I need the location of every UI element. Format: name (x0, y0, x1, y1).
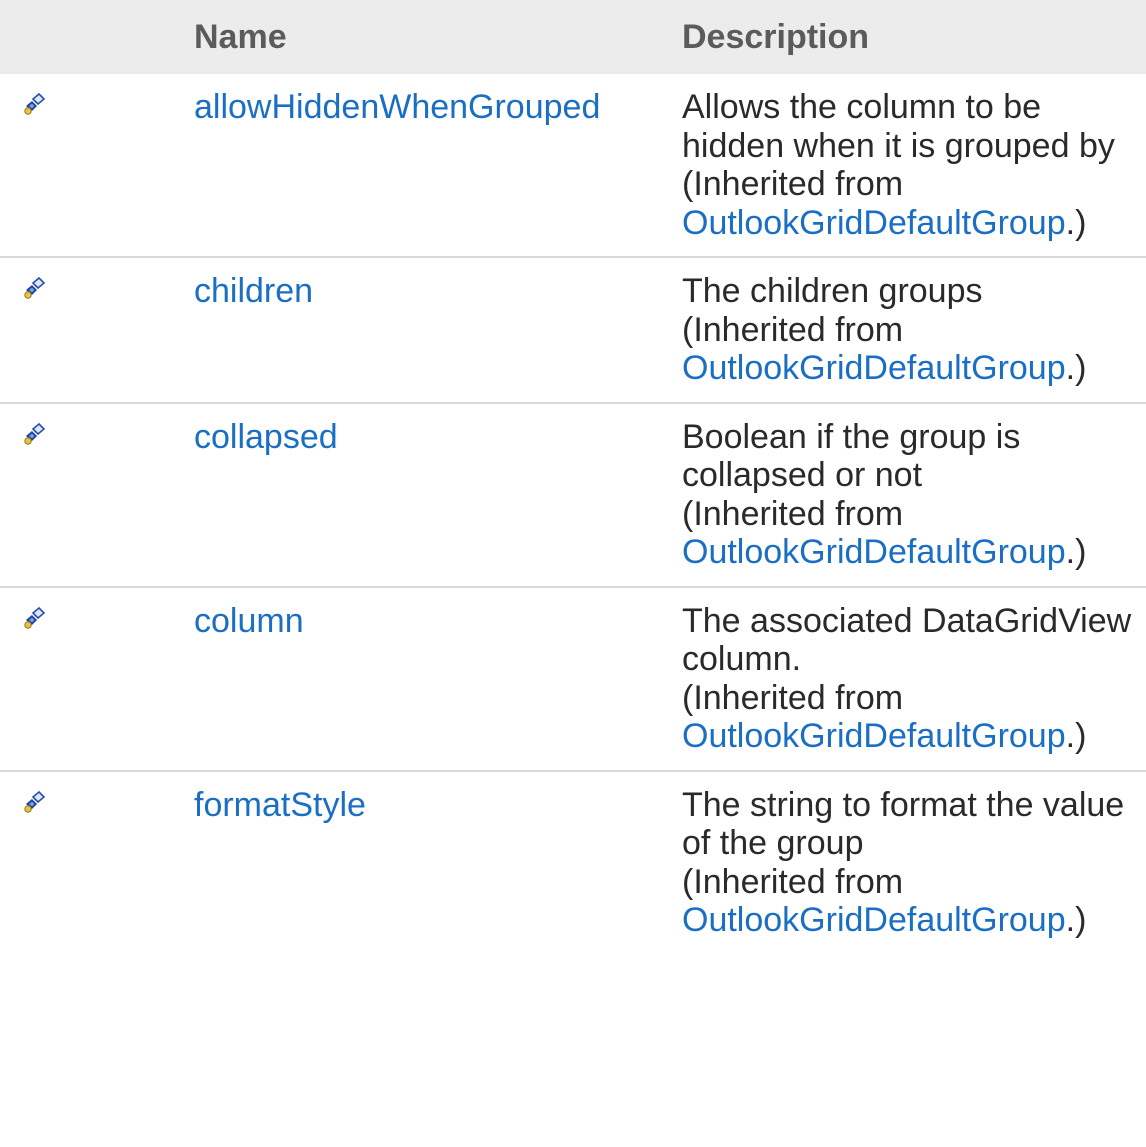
table-row: column The associated DataGridView colum… (0, 587, 1146, 771)
member-name-link[interactable]: children (194, 272, 313, 310)
inherited-prefix: (Inherited from (682, 310, 904, 349)
description-cell: The children groups (Inherited from Outl… (660, 257, 1146, 403)
inherited-note: (Inherited from OutlookGridDefaultGroup.… (682, 863, 1146, 940)
inherited-suffix: .) (1065, 203, 1087, 242)
name-cell: column (172, 587, 660, 771)
inherited-from-link[interactable]: OutlookGridDefaultGroup (682, 533, 1066, 571)
table-row: collapsed Boolean if the group is collap… (0, 403, 1146, 587)
inherited-from-link[interactable]: OutlookGridDefaultGroup (682, 349, 1066, 387)
member-description: The children groups (682, 272, 983, 310)
inherited-note: (Inherited from OutlookGridDefaultGroup.… (682, 495, 1146, 572)
inherited-prefix: (Inherited from (682, 165, 904, 203)
public-property-icon (22, 784, 46, 813)
inherited-note: (Inherited from OutlookGridDefaultGroup.… (682, 679, 1146, 756)
inherited-suffix: .) (1065, 717, 1087, 755)
inherited-note: (Inherited from OutlookGridDefaultGroup.… (682, 311, 1146, 388)
table-row: allowHiddenWhenGrouped Allows the column… (0, 74, 1146, 257)
public-property-icon (22, 270, 46, 299)
member-name-link[interactable]: allowHiddenWhenGrouped (194, 88, 600, 126)
description-column-header: Description (682, 17, 870, 56)
name-cell: allowHiddenWhenGrouped (172, 74, 660, 257)
name-cell: formatStyle (172, 771, 660, 954)
inherited-prefix: (Inherited from (682, 862, 904, 901)
member-description: The string to format the value of the gr… (682, 785, 1125, 863)
member-name-link[interactable]: collapsed (194, 418, 338, 456)
public-property-icon (22, 86, 46, 115)
public-property-icon (22, 600, 46, 629)
icon-cell (0, 771, 172, 954)
inherited-note: (Inherited from OutlookGridDefaultGroup.… (682, 165, 1146, 242)
inherited-suffix: .) (1065, 901, 1087, 939)
table-header: Name Description (0, 0, 1146, 74)
icon-cell (0, 257, 172, 403)
member-name-link[interactable]: formatStyle (194, 786, 366, 824)
members-table: Name Description allowHiddenWhenGrouped (0, 0, 1146, 954)
inherited-from-link[interactable]: OutlookGridDefaultGroup (682, 901, 1066, 939)
icon-column-header (0, 0, 172, 74)
table-row: formatStyle The string to format the val… (0, 771, 1146, 954)
member-name-link[interactable]: column (194, 602, 304, 640)
name-cell: children (172, 257, 660, 403)
description-cell: The associated DataGridView column. (Inh… (660, 587, 1146, 771)
inherited-suffix: .) (1065, 349, 1087, 387)
name-column-header: Name (194, 17, 287, 56)
inherited-from-link[interactable]: OutlookGridDefaultGroup (682, 204, 1066, 242)
description-cell: The string to format the value of the gr… (660, 771, 1146, 954)
name-cell: collapsed (172, 403, 660, 587)
member-description: Boolean if the group is collapsed or not (682, 417, 1021, 495)
icon-cell (0, 587, 172, 771)
description-cell: Allows the column to be hidden when it i… (660, 74, 1146, 257)
inherited-suffix: .) (1065, 533, 1087, 571)
inherited-prefix: (Inherited from (682, 494, 904, 533)
icon-cell (0, 74, 172, 257)
table-row: children The children groups (Inherited … (0, 257, 1146, 403)
table-header-row: Name Description (0, 0, 1146, 74)
member-description: Allows the column to be hidden when it i… (682, 88, 1115, 165)
description-cell: Boolean if the group is collapsed or not… (660, 403, 1146, 587)
member-description: The associated DataGridView column. (682, 601, 1132, 679)
inherited-from-link[interactable]: OutlookGridDefaultGroup (682, 717, 1066, 755)
public-property-icon (22, 416, 46, 445)
inherited-prefix: (Inherited from (682, 678, 904, 717)
icon-cell (0, 403, 172, 587)
